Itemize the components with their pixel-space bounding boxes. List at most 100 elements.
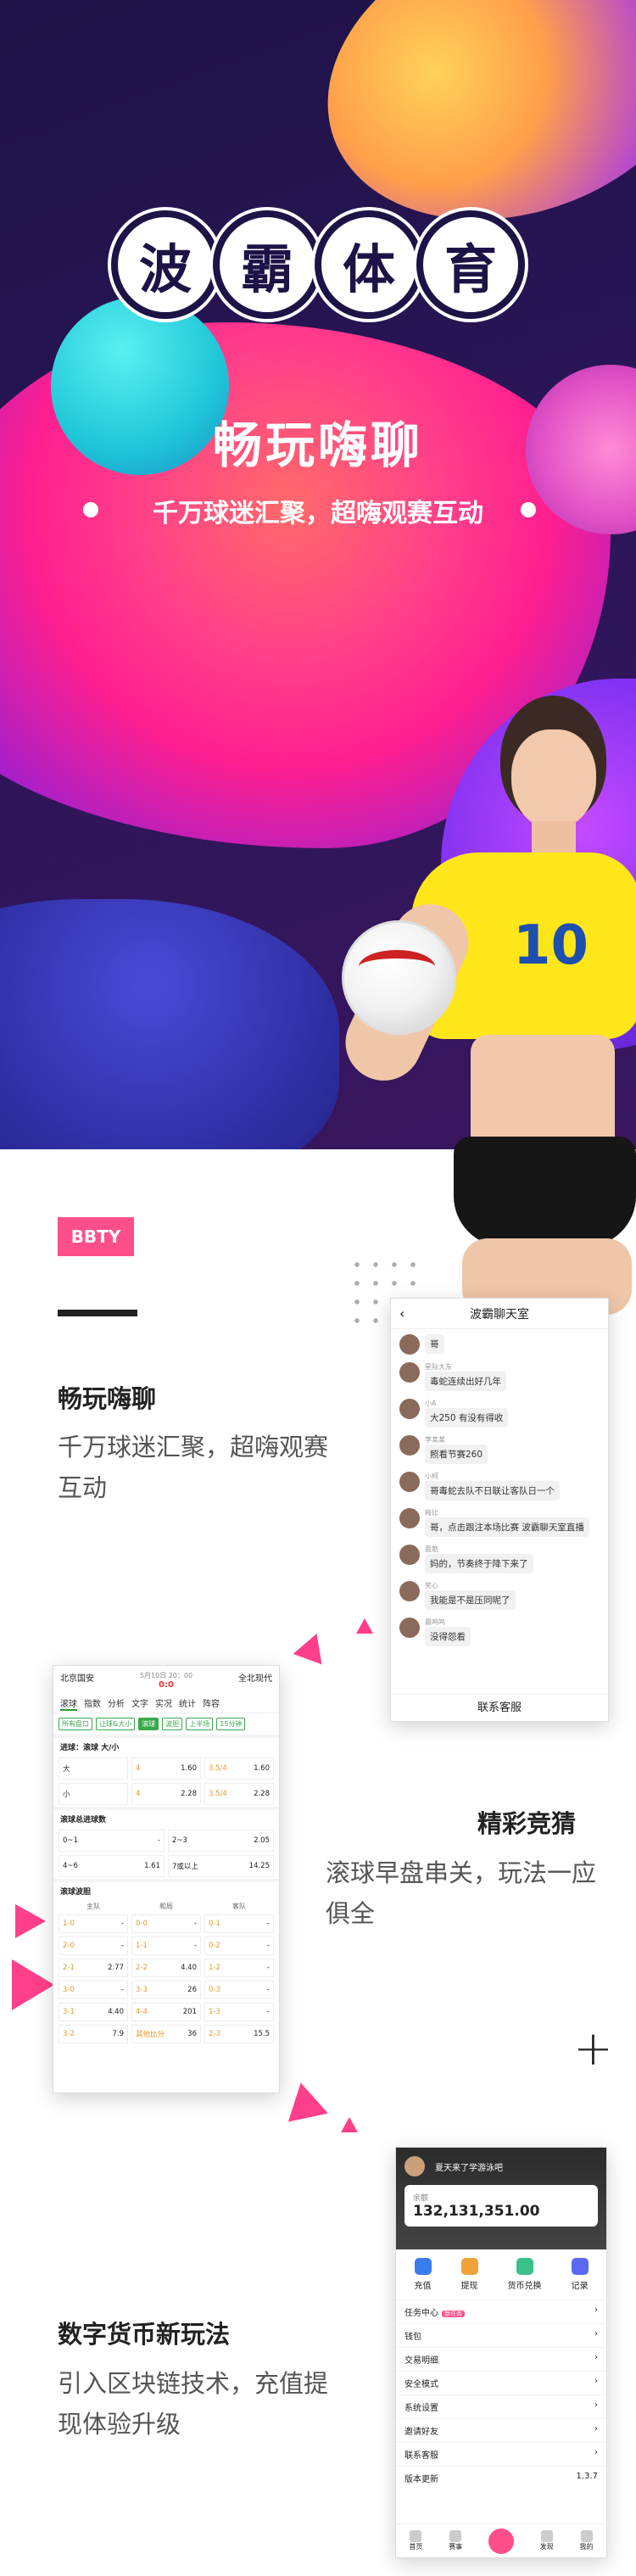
tab-指数[interactable]: 指数 [84, 1696, 101, 1711]
chat-message: 星际大东 毒蛇连续出好几年 [399, 1362, 600, 1391]
chat-message: 晨鸣鸣 没得怨看 [399, 1618, 600, 1646]
action-0[interactable]: 充值 [414, 2258, 432, 2291]
chat-message: 梅比 哥，点击跟注本场比赛 波霸聊天室直播 [399, 1508, 600, 1537]
tab-item[interactable]: 发现 [540, 2530, 554, 2551]
price: - [157, 1836, 160, 1845]
odds-cell[interactable]: 3-1 4.40 [59, 2003, 128, 2021]
odds-cell[interactable]: 1-1 - [131, 1936, 201, 1955]
odds-cell[interactable]: 3-2 7.9 [59, 2025, 128, 2043]
menu-item[interactable]: 交易明细 › [396, 2347, 606, 2371]
price: - [193, 1942, 197, 1950]
avatar[interactable] [399, 1618, 420, 1638]
odds-cell[interactable]: 4 2.28 [131, 1783, 201, 1805]
filter-chip[interactable]: 波胆 [162, 1718, 183, 1730]
tab-item[interactable]: 赛事 [449, 2530, 462, 2551]
filter-chip[interactable]: 让球&大小 [96, 1718, 136, 1730]
action-3[interactable]: 记录 [571, 2258, 589, 2291]
tab-实况[interactable]: 实况 [155, 1696, 172, 1711]
odds-cell[interactable]: 4-4 201 [131, 2003, 201, 2021]
tab-统计[interactable]: 统计 [179, 1696, 196, 1711]
odds-cell[interactable]: 0-3 - [204, 1981, 274, 1999]
price: - [266, 1942, 270, 1950]
odds-cell[interactable]: 3.5/4 2.28 [204, 1783, 274, 1805]
odds-cell[interactable]: 3-0 - [59, 1981, 128, 1999]
menu-label: 钱包 [404, 2333, 421, 2342]
odds-cell[interactable]: 2-2 4.40 [131, 1959, 201, 1977]
message-body: 哥 [425, 1334, 444, 1354]
odds-cell[interactable]: 3.5/4 1.60 [204, 1757, 274, 1780]
action-1[interactable]: 提现 [460, 2258, 478, 2291]
chevron-right-icon: › [594, 2305, 598, 2315]
avatar[interactable] [399, 1508, 420, 1528]
contact-button[interactable]: 联系客服 [391, 1694, 608, 1721]
odds-cell[interactable]: 1-3 - [204, 2003, 274, 2021]
avatar[interactable] [399, 1399, 420, 1419]
feature-desc: 引入区块链技术，充值提 现体验升级 [58, 2369, 329, 2439]
avatar[interactable] [399, 1545, 420, 1565]
odds-cell[interactable]: 3-3 26 [131, 1981, 201, 1999]
score: 2-3 [209, 2030, 220, 2038]
odds-cell[interactable]: 0-2 - [204, 1936, 274, 1955]
odds-cell[interactable]: 1-2 - [204, 1959, 274, 1977]
odds-cell[interactable]: 0-1 - [204, 1914, 274, 1933]
chat-title: 波霸聊天室 [470, 1307, 529, 1322]
label: 大 [63, 1765, 70, 1774]
price: 1.61 [144, 1862, 160, 1870]
odds-cell[interactable]: 2-3 15.5 [204, 2025, 274, 2043]
filter-chip[interactable]: 所有盘口 [59, 1718, 92, 1730]
menu-item[interactable]: 邀请好友 › [396, 2418, 606, 2442]
settings-menu: 任务中心 新任务 › 钱包 › 交易明细 › 安全模式 › 系统设置 › 邀请好友 › 联系客服 › 版本更新… [396, 2299, 606, 2489]
menu-item[interactable]: 版本更新 1.3.7 [396, 2466, 606, 2489]
tab-label: 我的 [579, 2543, 594, 2551]
menu-item[interactable]: 安全模式 › [396, 2371, 606, 2394]
filter-chip[interactable]: 滚球 [138, 1718, 159, 1730]
filter-chip[interactable]: 上半场 [186, 1718, 214, 1730]
avatar[interactable] [399, 1334, 420, 1355]
odds-cell[interactable]: 2~3 2.05 [168, 1830, 274, 1852]
odds-cell[interactable]: 其他比分 36 [131, 2025, 201, 2043]
menu-item[interactable]: 系统设置 › [396, 2394, 606, 2418]
avatar[interactable] [399, 1362, 420, 1383]
odds-cell[interactable]: 小 [59, 1783, 128, 1805]
menu-item[interactable]: 钱包 › [396, 2323, 606, 2347]
odds-cell[interactable]: 4 1.60 [131, 1757, 201, 1780]
sender-name: 小A [425, 1400, 437, 1407]
menu-item[interactable]: 任务中心 新任务 › [396, 2299, 606, 2323]
odds-cell[interactable]: 1-0 - [59, 1914, 128, 1933]
avatar[interactable] [404, 2156, 425, 2176]
tab-滚球[interactable]: 滚球 [60, 1696, 77, 1711]
menu-item[interactable]: 联系客服 › [396, 2442, 606, 2466]
triangle-decoration [293, 1628, 332, 1665]
odds-cell[interactable]: 4~6 1.61 [59, 1855, 165, 1877]
triangle-decoration [356, 1618, 373, 1634]
section-title: 滚球总进球数 [53, 1807, 279, 1828]
avatar[interactable] [399, 1472, 420, 1492]
back-icon[interactable]: ‹ [399, 1305, 404, 1322]
action-2[interactable]: 货币兑换 [508, 2258, 542, 2291]
filter-chip[interactable]: 15分钟 [216, 1718, 246, 1730]
feature-desc: 千万球迷汇聚，超嗨观赛 互动 [58, 1433, 329, 1502]
avatar[interactable] [399, 1435, 420, 1456]
odds-cell[interactable]: 7或以上 14.25 [168, 1855, 274, 1877]
chat-list: 哥星际大东 毒蛇连续出好几年 小A 大250 有没有得收 李某某 照看节赛260 小柯 哥毒蛇… [391, 1329, 608, 1659]
sender-name: 梅比 [425, 1509, 438, 1517]
score: 3-2 [63, 2030, 75, 2038]
odds-cell[interactable]: 2-0 - [59, 1936, 128, 1955]
tab-item[interactable] [488, 2528, 514, 2554]
odds-cell[interactable]: 大 [59, 1757, 128, 1780]
tab-item[interactable]: 首页 [409, 2530, 422, 2551]
odds-cell[interactable]: 0-0 - [131, 1914, 201, 1933]
avatar[interactable] [399, 1581, 420, 1601]
tab-icon [449, 2530, 462, 2542]
tab-文字[interactable]: 文字 [131, 1696, 148, 1711]
tab-阵容[interactable]: 阵容 [203, 1696, 220, 1711]
odds-cell[interactable]: 0~1 - [59, 1830, 165, 1852]
tab-分析[interactable]: 分析 [108, 1696, 125, 1711]
hero-slogan: 畅玩嗨聊 [212, 416, 423, 474]
odds-cell[interactable]: 2-1 2.77 [59, 1959, 128, 1977]
score: 1-0 [63, 1919, 75, 1928]
away-team: 全北现代 [237, 1674, 272, 1684]
tab-item[interactable]: 我的 [580, 2530, 594, 2551]
brand-badge: BBTY [58, 1217, 134, 1256]
chat-screenshot: ‹ 波霸聊天室 哥星际大东 毒蛇连续出好几年 小A 大250 有没有得收 李某某 照看节赛… [390, 1298, 609, 1722]
